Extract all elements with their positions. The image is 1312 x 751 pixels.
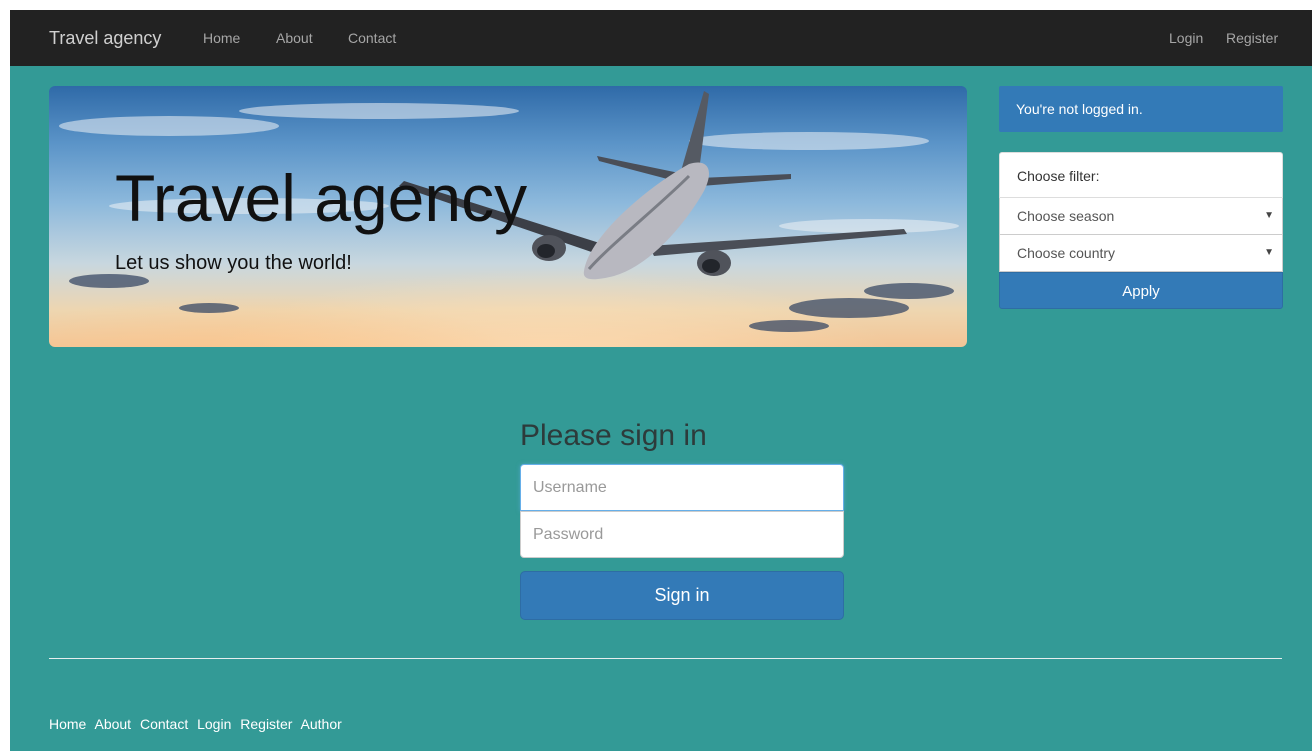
apply-button[interactable]: Apply bbox=[999, 272, 1283, 309]
footer-links: Home About Contact Login Register Author bbox=[49, 716, 347, 732]
hero-banner: Travel agency Let us show you the world! bbox=[49, 86, 967, 347]
caret-down-icon: ▼ bbox=[1264, 247, 1274, 258]
nav-link-home[interactable]: Home bbox=[203, 10, 240, 66]
footer-link-home[interactable]: Home bbox=[49, 716, 86, 732]
filter-panel: Choose filter: Choose season ▼ Choose co… bbox=[999, 152, 1283, 309]
nav-link-login[interactable]: Login bbox=[1169, 10, 1203, 66]
footer-link-author[interactable]: Author bbox=[301, 716, 342, 732]
hero-title: Travel agency bbox=[115, 161, 528, 235]
navbar-brand[interactable]: Travel agency bbox=[49, 10, 161, 66]
footer-divider bbox=[49, 658, 1282, 659]
country-select[interactable]: Choose country ▼ bbox=[999, 235, 1283, 272]
login-status-alert: You're not logged in. bbox=[999, 86, 1283, 132]
country-select-value: Choose country bbox=[1017, 245, 1116, 261]
nav-link-register[interactable]: Register bbox=[1226, 10, 1278, 66]
signin-button[interactable]: Sign in bbox=[520, 571, 844, 620]
page: Travel agency Home About Contact Login R… bbox=[10, 10, 1312, 751]
footer-link-register[interactable]: Register bbox=[240, 716, 292, 732]
footer-link-login[interactable]: Login bbox=[197, 716, 231, 732]
username-input[interactable] bbox=[520, 464, 844, 511]
season-select-value: Choose season bbox=[1017, 208, 1115, 224]
nav-link-about[interactable]: About bbox=[276, 10, 313, 66]
footer-link-about[interactable]: About bbox=[94, 716, 131, 732]
hero-subtitle: Let us show you the world! bbox=[115, 252, 352, 274]
signin-title: Please sign in bbox=[520, 419, 707, 452]
nav-link-contact[interactable]: Contact bbox=[348, 10, 396, 66]
caret-down-icon: ▼ bbox=[1264, 210, 1274, 221]
season-select[interactable]: Choose season ▼ bbox=[999, 198, 1283, 235]
password-input[interactable] bbox=[520, 511, 844, 558]
navbar: Travel agency Home About Contact Login R… bbox=[10, 10, 1312, 66]
footer-link-contact[interactable]: Contact bbox=[140, 716, 188, 732]
filter-label: Choose filter: bbox=[999, 152, 1283, 198]
